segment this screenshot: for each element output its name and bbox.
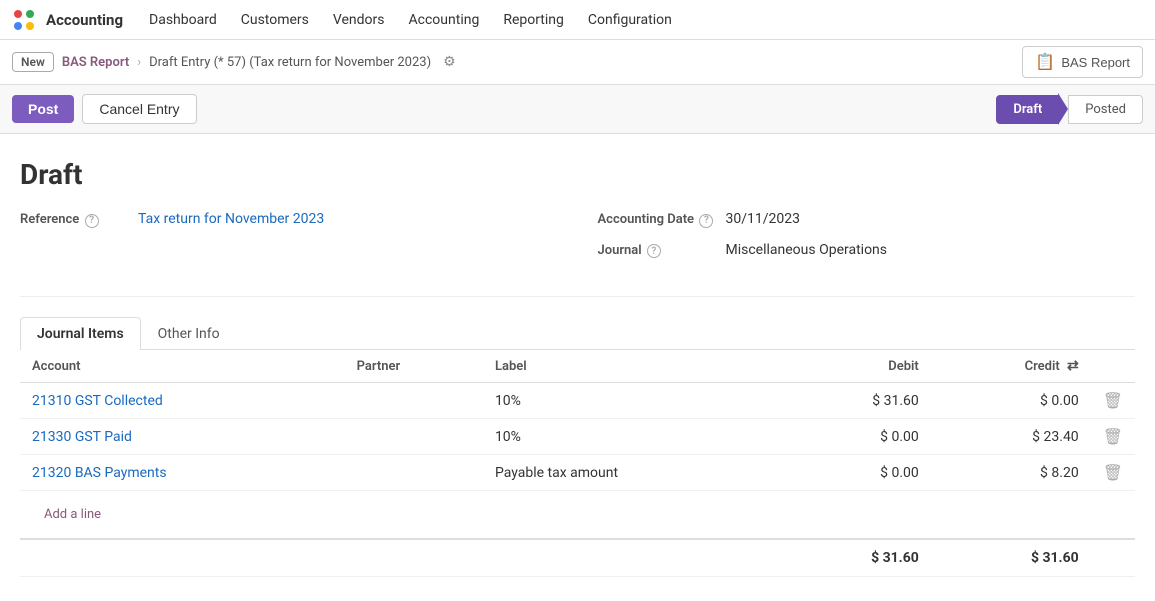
brand-name: Accounting	[46, 11, 123, 29]
journal-help-icon[interactable]: ?	[647, 244, 661, 258]
row3-partner	[345, 455, 483, 491]
table-footer-row: $ 31.60 $ 31.60	[20, 539, 1135, 577]
status-steps: Draft Posted	[996, 93, 1143, 125]
column-adjust-icon[interactable]: ⇄	[1067, 358, 1079, 374]
nav-customers[interactable]: Customers	[231, 8, 319, 32]
tab-other-info[interactable]: Other Info	[141, 317, 237, 350]
nav-dashboard[interactable]: Dashboard	[139, 8, 227, 32]
nav-vendors[interactable]: Vendors	[323, 8, 395, 32]
breadcrumb-parent[interactable]: BAS Report	[62, 55, 129, 70]
add-line-link[interactable]: Add a line	[32, 499, 113, 530]
form-title: Draft	[20, 158, 1135, 191]
action-bar: Post Cancel Entry Draft Posted	[0, 85, 1155, 134]
form-col-left: Reference ? Tax return for November 2023	[20, 211, 558, 272]
status-draft[interactable]: Draft	[996, 95, 1059, 124]
journal-row: Journal ? Miscellaneous Operations	[598, 242, 1136, 259]
row1-label: 10%	[483, 383, 784, 419]
footer-actions-col	[1091, 539, 1135, 577]
col-header-label: Label	[483, 350, 784, 383]
top-navigation: Accounting Dashboard Customers Vendors A…	[0, 0, 1155, 40]
row2-delete[interactable]: 🗑	[1091, 419, 1135, 455]
tab-journal-items[interactable]: Journal Items	[20, 317, 141, 350]
row2-partner	[345, 419, 483, 455]
status-arrow	[1058, 93, 1068, 125]
row1-debit: $ 31.60	[784, 383, 931, 419]
form-fields: Reference ? Tax return for November 2023…	[20, 211, 1135, 272]
reference-value[interactable]: Tax return for November 2023	[138, 211, 324, 227]
row1-account[interactable]: 21310 GST Collected	[20, 383, 345, 419]
bas-report-button[interactable]: 📋 BAS Report	[1022, 46, 1143, 78]
status-posted[interactable]: Posted	[1068, 95, 1143, 124]
row3-credit: $ 8.20	[931, 455, 1091, 491]
breadcrumb-separator: ›	[137, 55, 141, 70]
row3-label: Payable tax amount	[483, 455, 784, 491]
row3-delete[interactable]: 🗑	[1091, 455, 1135, 491]
row1-delete[interactable]: 🗑	[1091, 383, 1135, 419]
row3-debit: $ 0.00	[784, 455, 931, 491]
row1-credit: $ 0.00	[931, 383, 1091, 419]
reference-row: Reference ? Tax return for November 2023	[20, 211, 558, 228]
nav-accounting[interactable]: Accounting	[399, 8, 490, 32]
form-col-right: Accounting Date ? 30/11/2023 Journal ? M…	[598, 211, 1136, 272]
journal-table: Account Partner Label Debit Credit ⇄ 213…	[20, 350, 1135, 577]
delete-icon[interactable]: 🗑	[1103, 463, 1123, 482]
row2-label: 10%	[483, 419, 784, 455]
footer-spacer	[20, 539, 784, 577]
journal-label: Journal ?	[598, 243, 718, 259]
nav-configuration[interactable]: Configuration	[578, 8, 682, 32]
footer-debit-total: $ 31.60	[784, 539, 931, 577]
col-header-account: Account	[20, 350, 345, 383]
add-line-cell: Add a line	[20, 491, 1135, 540]
table-row: 21320 BAS Payments Payable tax amount $ …	[20, 455, 1135, 491]
accounting-date-label: Accounting Date ?	[598, 212, 718, 228]
delete-icon[interactable]: 🗑	[1103, 391, 1123, 410]
nav-reporting[interactable]: Reporting	[493, 8, 574, 32]
cancel-entry-button[interactable]: Cancel Entry	[82, 94, 196, 124]
breadcrumb-current: Draft Entry (* 57) (Tax return for Novem…	[149, 55, 431, 70]
reference-label: Reference ?	[20, 212, 130, 228]
delete-icon[interactable]: 🗑	[1103, 427, 1123, 446]
tab-bar: Journal Items Other Info	[20, 317, 1135, 350]
accounting-date-row: Accounting Date ? 30/11/2023	[598, 211, 1136, 228]
row2-debit: $ 0.00	[784, 419, 931, 455]
col-header-partner: Partner	[345, 350, 483, 383]
add-line-row: Add a line	[20, 491, 1135, 540]
status-bar: Draft Posted	[996, 93, 1143, 125]
journal-value: Miscellaneous Operations	[726, 242, 888, 258]
gear-icon[interactable]: ⚙	[443, 54, 456, 70]
table-row: 21330 GST Paid 10% $ 0.00 $ 23.40 🗑	[20, 419, 1135, 455]
accounting-date-value: 30/11/2023	[726, 211, 801, 227]
main-content: Draft Reference ? Tax return for Novembe…	[0, 134, 1155, 601]
bas-report-icon: 📋	[1035, 52, 1055, 72]
breadcrumb-actions: 📋 BAS Report	[1022, 46, 1143, 78]
footer-credit-total: $ 31.60	[931, 539, 1091, 577]
col-header-actions	[1091, 350, 1135, 383]
row2-credit: $ 23.40	[931, 419, 1091, 455]
col-header-debit: Debit	[784, 350, 931, 383]
accounting-date-help-icon[interactable]: ?	[699, 214, 713, 228]
table-row: 21310 GST Collected 10% $ 31.60 $ 0.00 🗑	[20, 383, 1135, 419]
post-button[interactable]: Post	[12, 95, 74, 123]
row1-partner	[345, 383, 483, 419]
row3-account[interactable]: 21320 BAS Payments	[20, 455, 345, 491]
reference-help-icon[interactable]: ?	[85, 214, 99, 228]
bas-report-label: BAS Report	[1061, 55, 1130, 70]
form-divider	[20, 296, 1135, 297]
app-logo	[12, 8, 36, 32]
col-header-credit: Credit ⇄	[931, 350, 1091, 383]
table-header-row: Account Partner Label Debit Credit ⇄	[20, 350, 1135, 383]
breadcrumb-bar: New BAS Report › Draft Entry (* 57) (Tax…	[0, 40, 1155, 85]
new-badge: New	[12, 52, 54, 72]
row2-account[interactable]: 21330 GST Paid	[20, 419, 345, 455]
